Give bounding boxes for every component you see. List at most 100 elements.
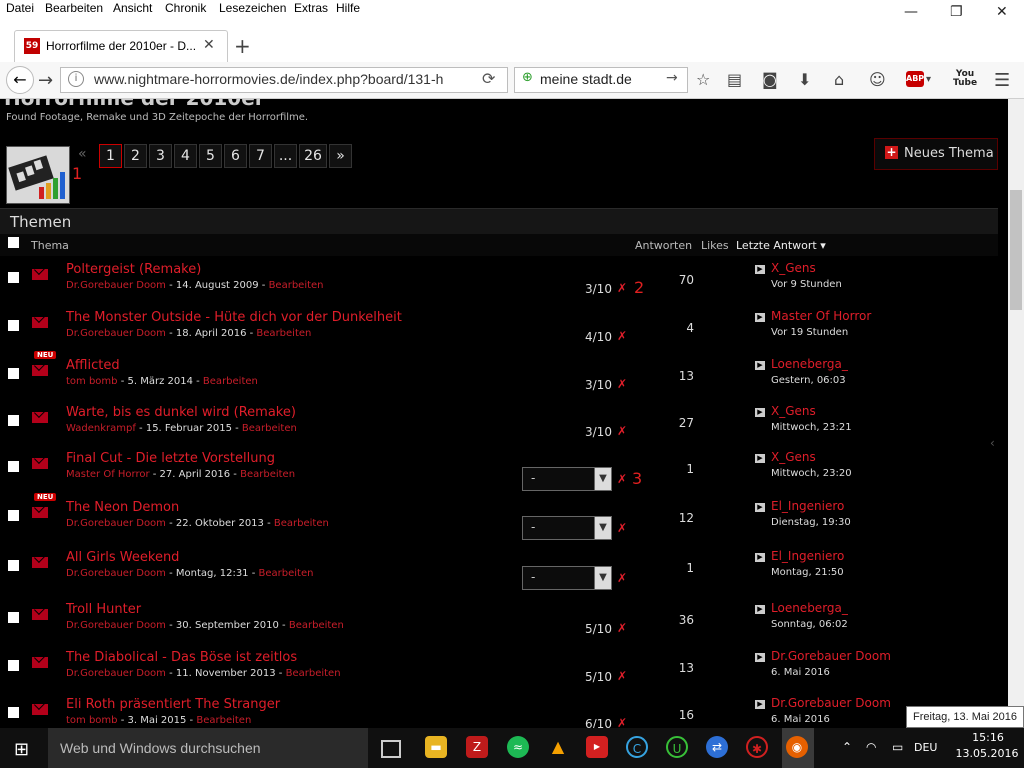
thread-edit-link[interactable]: Bearbeiten bbox=[242, 423, 297, 434]
thread-edit-link[interactable]: Bearbeiten bbox=[259, 568, 314, 579]
page-link-7[interactable]: 7 bbox=[249, 144, 272, 168]
select-all-checkbox[interactable] bbox=[8, 237, 19, 248]
thread-title[interactable]: The Monster Outside - Hüte dich vor der … bbox=[66, 310, 402, 325]
thread-edit-link[interactable]: Bearbeiten bbox=[240, 469, 295, 480]
goto-last-post-icon[interactable]: ▶ bbox=[755, 313, 765, 322]
thread-edit-link[interactable]: Bearbeiten bbox=[286, 668, 341, 679]
clear-rating-icon[interactable]: ✗ bbox=[617, 716, 627, 728]
thread-title[interactable]: Eli Roth präsentiert The Stranger bbox=[66, 697, 280, 712]
vlc-icon[interactable]: ▲ bbox=[547, 736, 569, 758]
hamburger-menu-icon[interactable]: ☰ bbox=[994, 70, 1010, 91]
utorrent-icon[interactable]: U bbox=[666, 736, 688, 758]
adblock-icon[interactable]: ABP bbox=[906, 71, 924, 87]
clear-rating-icon[interactable]: ✗ bbox=[617, 571, 627, 585]
thread-title[interactable]: All Girls Weekend bbox=[66, 550, 179, 565]
thread-edit-link[interactable]: Bearbeiten bbox=[289, 620, 344, 631]
antivirus-icon[interactable]: ✱ bbox=[746, 736, 768, 758]
tab-close-icon[interactable]: ✕ bbox=[203, 37, 215, 53]
thread-author[interactable]: tom bomb bbox=[66, 376, 118, 387]
page-link-1[interactable]: 1 bbox=[99, 144, 122, 168]
thread-edit-link[interactable]: Bearbeiten bbox=[203, 376, 258, 387]
clear-rating-icon[interactable]: ✗ bbox=[617, 424, 627, 438]
ccleaner-icon[interactable]: C bbox=[626, 736, 648, 758]
page-link-2[interactable]: 2 bbox=[124, 144, 147, 168]
menu-ansicht[interactable]: Ansicht bbox=[113, 1, 152, 15]
minimize-icon[interactable]: — bbox=[904, 4, 918, 20]
thread-checkbox[interactable] bbox=[8, 560, 19, 571]
new-tab-icon[interactable]: + bbox=[234, 34, 251, 58]
goto-last-post-icon[interactable]: ▶ bbox=[755, 605, 765, 614]
file-explorer-icon[interactable]: ▬ bbox=[425, 736, 447, 758]
home-icon[interactable]: ⌂ bbox=[834, 70, 844, 89]
keyboard-language[interactable]: DEU bbox=[914, 741, 937, 754]
thread-checkbox[interactable] bbox=[8, 660, 19, 671]
last-reply-user[interactable]: Loeneberga_ bbox=[771, 357, 848, 371]
thread-edit-link[interactable]: Bearbeiten bbox=[274, 518, 329, 529]
search-go-icon[interactable]: → bbox=[666, 70, 678, 86]
pagination-prev-icon[interactable]: « bbox=[78, 146, 87, 162]
menu-chronik[interactable]: Chronik bbox=[165, 1, 206, 15]
goto-last-post-icon[interactable]: ▶ bbox=[755, 454, 765, 463]
reload-icon[interactable]: ⟳ bbox=[482, 69, 495, 88]
thread-title[interactable]: Afflicted bbox=[66, 358, 120, 373]
bookmark-star-icon[interactable]: ☆ bbox=[696, 70, 710, 89]
page-link-6[interactable]: 6 bbox=[224, 144, 247, 168]
page-link-5[interactable]: 5 bbox=[199, 144, 222, 168]
thread-checkbox[interactable] bbox=[8, 368, 19, 379]
youtube-icon[interactable]: You Tube bbox=[953, 70, 977, 88]
menu-extras[interactable]: Extras bbox=[294, 1, 328, 15]
clock-time[interactable]: 15:16 bbox=[960, 731, 1016, 744]
last-reply-user[interactable]: El_Ingeniero bbox=[771, 499, 844, 513]
menu-datei[interactable]: Datei bbox=[6, 1, 34, 15]
thread-author[interactable]: Dr.Gorebauer Doom bbox=[66, 620, 166, 631]
mp3-converter-icon[interactable]: ▶ bbox=[586, 736, 608, 758]
clear-rating-icon[interactable]: ✗ bbox=[617, 472, 627, 486]
clear-rating-icon[interactable]: ✗ bbox=[617, 621, 627, 635]
column-header-likes[interactable]: Likes bbox=[701, 239, 729, 252]
last-reply-user[interactable]: X_Gens bbox=[771, 404, 816, 418]
rating-select[interactable]: - ▼ bbox=[522, 566, 612, 590]
column-header-topic[interactable]: Thema bbox=[31, 239, 69, 252]
column-header-last-reply[interactable]: Letzte Antwort ▾ bbox=[736, 239, 826, 252]
menu-bearbeiten[interactable]: Bearbeiten bbox=[45, 1, 103, 15]
thread-author[interactable]: tom bomb bbox=[66, 715, 118, 726]
thread-author[interactable]: Wadenkrampf bbox=[66, 423, 136, 434]
windows-start-icon[interactable]: ⊞ bbox=[14, 739, 29, 760]
sidebar-toggle-icon[interactable]: ‹ bbox=[990, 436, 995, 450]
goto-last-post-icon[interactable]: ▶ bbox=[755, 265, 765, 274]
rating-select[interactable]: - ▼ bbox=[522, 467, 612, 491]
goto-last-post-icon[interactable]: ▶ bbox=[755, 361, 765, 370]
goto-last-post-icon[interactable]: ▶ bbox=[755, 653, 765, 662]
last-reply-user[interactable]: X_Gens bbox=[771, 450, 816, 464]
url-text[interactable]: www.nightmare-horrormovies.de/index.php?… bbox=[94, 71, 454, 87]
rating-select[interactable]: - ▼ bbox=[522, 516, 612, 540]
clock-date[interactable]: 13.05.2016 bbox=[954, 747, 1020, 760]
page-link-26[interactable]: 26 bbox=[299, 144, 327, 168]
thread-title[interactable]: Troll Hunter bbox=[66, 602, 141, 617]
clear-rating-icon[interactable]: ✗ bbox=[617, 329, 627, 343]
clear-rating-icon[interactable]: ✗ bbox=[617, 377, 627, 391]
goto-last-post-icon[interactable]: ▶ bbox=[755, 700, 765, 709]
thread-author[interactable]: Master Of Horror bbox=[66, 469, 150, 480]
chevron-down-icon[interactable]: ▼ bbox=[594, 517, 611, 539]
notification-icon[interactable]: ▭ bbox=[892, 740, 903, 754]
forward-arrow-icon[interactable]: → bbox=[38, 70, 53, 91]
taskbar-search-input[interactable]: Web und Windows durchsuchen bbox=[60, 740, 261, 756]
column-header-replies[interactable]: Antworten bbox=[635, 239, 692, 252]
tray-chevron-icon[interactable]: ⌃ bbox=[842, 740, 852, 754]
reading-list-icon[interactable]: ▤ bbox=[727, 70, 742, 89]
last-reply-user[interactable]: Master Of Horror bbox=[771, 309, 871, 323]
thread-title[interactable]: The Diabolical - Das Böse ist zeitlos bbox=[66, 650, 297, 665]
thread-title[interactable]: Final Cut - Die letzte Vorstellung bbox=[66, 451, 275, 466]
last-reply-user[interactable]: Loeneberga_ bbox=[771, 601, 848, 615]
search-input[interactable]: meine stadt.de bbox=[540, 71, 632, 87]
clear-rating-icon[interactable]: ✗ bbox=[617, 669, 627, 683]
thread-author[interactable]: Dr.Gorebauer Doom bbox=[66, 568, 166, 579]
thread-checkbox[interactable] bbox=[8, 415, 19, 426]
thread-checkbox[interactable] bbox=[8, 612, 19, 623]
tab-title[interactable]: Horrorfilme der 2010er - D... bbox=[46, 39, 196, 53]
thread-title[interactable]: Poltergeist (Remake) bbox=[66, 262, 201, 277]
thread-edit-link[interactable]: Bearbeiten bbox=[196, 715, 251, 726]
last-reply-user[interactable]: X_Gens bbox=[771, 261, 816, 275]
adblock-dropdown-icon[interactable]: ▾ bbox=[926, 74, 931, 85]
